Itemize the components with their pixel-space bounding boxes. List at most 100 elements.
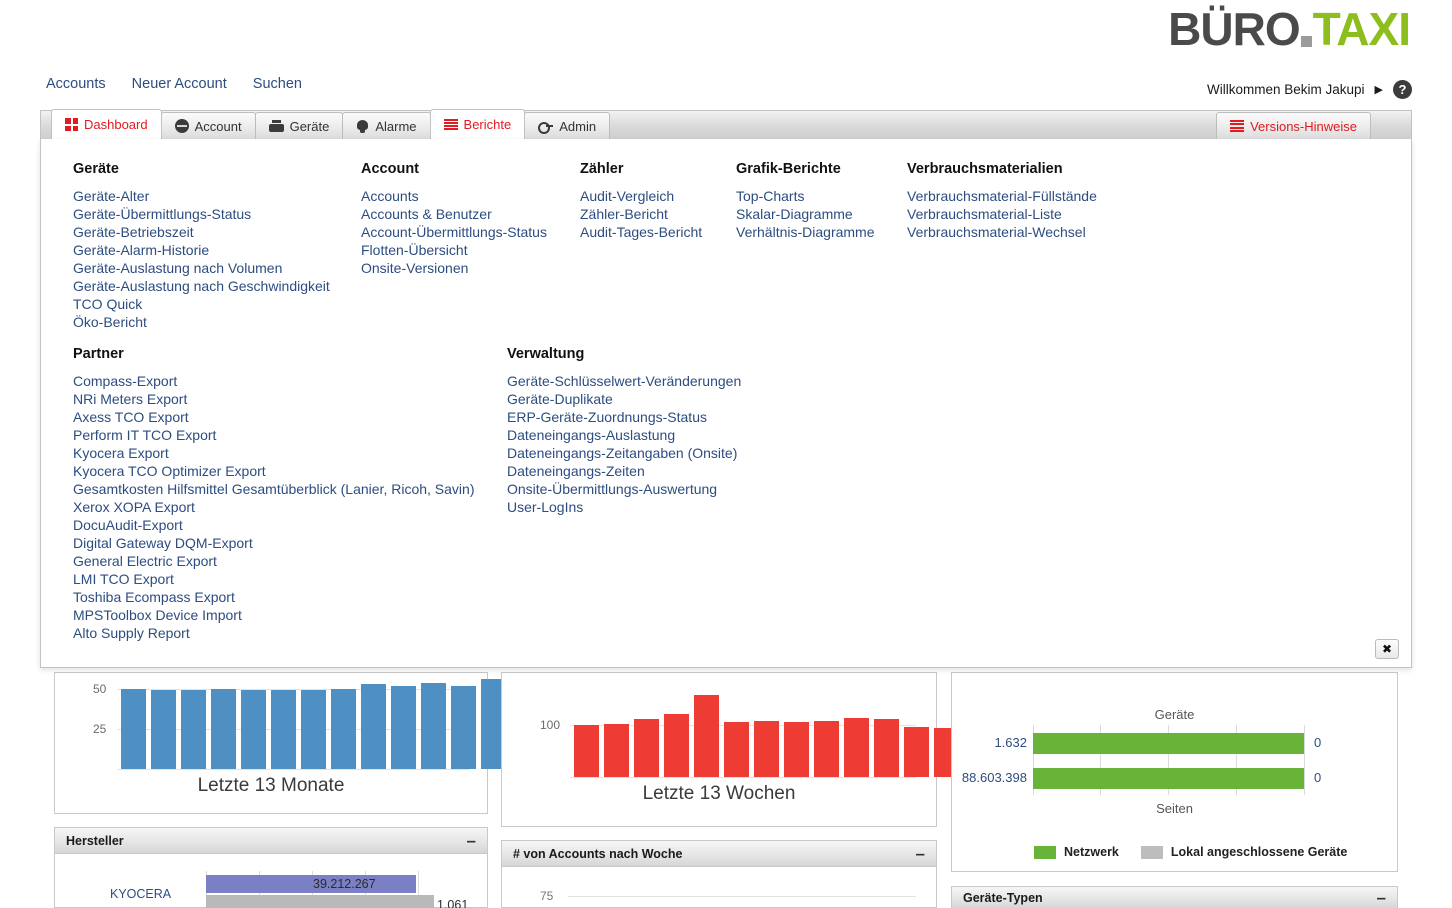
bar [724, 722, 749, 777]
close-icon[interactable]: ✖ [1375, 639, 1399, 659]
bar [151, 690, 176, 769]
menu-link-verbrauchsmaterial-fuellstaende[interactable]: Verbrauchsmaterial-Füllstände [907, 187, 1097, 205]
grid-icon [65, 118, 78, 131]
tab-versions-hinweise-label: Versions-Hinweise [1250, 119, 1357, 134]
menu-link-geraete-uebermittlungs-status[interactable]: Geräte-Übermittlungs-Status [73, 205, 330, 223]
tab-account[interactable]: Account [161, 112, 256, 139]
menu-link-account-uebermittlungs-status[interactable]: Account-Übermittlungs-Status [361, 223, 547, 241]
menu-link-onsite-versionen[interactable]: Onsite-Versionen [361, 259, 547, 277]
tab-dashboard-label: Dashboard [84, 117, 148, 132]
hbar-right-value-2: 0 [1314, 770, 1321, 785]
menu-link-geraete-duplikate[interactable]: Geräte-Duplikate [507, 390, 741, 408]
menu-link-alto-supply-report[interactable]: Alto Supply Report [73, 624, 474, 642]
tab-versions-hinweise[interactable]: Versions-Hinweise [1216, 112, 1371, 139]
brand-logo: BÜROTAXI [1168, 6, 1410, 52]
tab-alarme-label: Alarme [375, 119, 416, 134]
chart-title-wochen: Letzte 13 Wochen [502, 783, 936, 805]
menu-link-dateneingangs-auslastung[interactable]: Dateneingangs-Auslastung [507, 426, 741, 444]
menu-link-zaehler-bericht[interactable]: Zähler-Bericht [580, 205, 702, 223]
bar [754, 721, 779, 777]
menu-link-verhaeltnis-diagramme[interactable]: Verhältnis-Diagramme [736, 223, 875, 241]
menu-link-gesamtkosten-hilfsmittel[interactable]: Gesamtkosten Hilfsmittel Gesamtüberblick… [73, 480, 474, 498]
menu-link-audit-tages-bericht[interactable]: Audit-Tages-Bericht [580, 223, 702, 241]
menu-link-accounts[interactable]: Accounts [361, 187, 547, 205]
bar [451, 686, 476, 769]
menu-link-geraete-betriebszeit[interactable]: Geräte-Betriebszeit [73, 223, 330, 241]
user-menu[interactable]: Willkommen Bekim Jakupi ▶ ? [1207, 80, 1412, 99]
menu-link-audit-vergleich[interactable]: Audit-Vergleich [580, 187, 702, 205]
menu-link-compass-export[interactable]: Compass-Export [73, 372, 474, 390]
bars-monate [121, 681, 506, 769]
bar [664, 714, 689, 777]
menu-column-account: Account Accounts Accounts & Benutzer Acc… [361, 161, 547, 277]
menu-link-geraete-alarm-historie[interactable]: Geräte-Alarm-Historie [73, 241, 330, 259]
menu-link-top-charts[interactable]: Top-Charts [736, 187, 875, 205]
menu-link-toshiba-ecompass-export[interactable]: Toshiba Ecompass Export [73, 588, 474, 606]
menu-link-verbrauchsmaterial-wechsel[interactable]: Verbrauchsmaterial-Wechsel [907, 223, 1097, 241]
help-icon[interactable]: ? [1393, 80, 1412, 99]
hersteller-category-label: KYOCERA [110, 887, 171, 901]
printer-icon [269, 120, 284, 132]
bar [391, 686, 416, 769]
collapse-icon[interactable]: – [467, 832, 476, 849]
bar [331, 689, 356, 769]
hamburger-icon [444, 119, 458, 131]
menu-link-onsite-uebermittlungs-auswertung[interactable]: Onsite-Übermittlungs-Auswertung [507, 480, 741, 498]
menu-link-perform-it-tco-export[interactable]: Perform IT TCO Export [73, 426, 474, 444]
menu-link-user-logins[interactable]: User-LogIns [507, 498, 741, 516]
menu-link-oeko-bericht[interactable]: Öko-Bericht [73, 313, 330, 331]
menu-link-geraete-alter[interactable]: Geräte-Alter [73, 187, 330, 205]
brand-buro: BÜRO [1168, 6, 1299, 52]
menu-link-kyocera-tco-optimizer-export[interactable]: Kyocera TCO Optimizer Export [73, 462, 474, 480]
legend-swatch-lokal [1141, 846, 1163, 859]
hbar-seiten [206, 875, 416, 893]
menu-link-kyocera-export[interactable]: Kyocera Export [73, 444, 474, 462]
menu-link-general-electric-export[interactable]: General Electric Export [73, 552, 474, 570]
menu-link-flotten-uebersicht[interactable]: Flotten-Übersicht [361, 241, 547, 259]
panel-title-geraete-typen: Geräte-Typen [963, 891, 1043, 905]
menu-link-tco-quick[interactable]: TCO Quick [73, 295, 330, 313]
legend-label-netzwerk: Netzwerk [1064, 845, 1119, 859]
bar [181, 690, 206, 769]
menu-link-geraete-schluesselwert-veraenderungen[interactable]: Geräte-Schlüsselwert-Veränderungen [507, 372, 741, 390]
nav-link-suchen[interactable]: Suchen [253, 76, 302, 92]
chevron-right-icon[interactable]: ▶ [1375, 83, 1383, 96]
menu-column-verwaltung: Verwaltung Geräte-Schlüsselwert-Veränder… [507, 346, 741, 516]
tab-admin[interactable]: Admin [524, 112, 610, 139]
panel-header-accounts-woche: # von Accounts nach Woche – [502, 841, 936, 867]
menu-link-lmi-tco-export[interactable]: LMI TCO Export [73, 570, 474, 588]
menu-link-geraete-auslastung-volumen[interactable]: Geräte-Auslastung nach Volumen [73, 259, 330, 277]
tab-dashboard[interactable]: Dashboard [51, 109, 162, 139]
menu-link-skalar-diagramme[interactable]: Skalar-Diagramme [736, 205, 875, 223]
collapse-icon[interactable]: – [916, 845, 925, 862]
menu-link-digital-gateway-dqm-export[interactable]: Digital Gateway DQM-Export [73, 534, 474, 552]
bar [211, 689, 236, 769]
menu-link-xerox-xopa-export[interactable]: Xerox XOPA Export [73, 498, 474, 516]
key-icon [538, 120, 553, 133]
panel-geraete-typen: Geräte-Typen – [951, 886, 1398, 908]
main-tab-bar: Dashboard Account Geräte Alarme Berichte… [40, 110, 1412, 139]
tab-berichte[interactable]: Berichte [430, 109, 526, 139]
gridline [570, 777, 916, 778]
collapse-icon[interactable]: – [1377, 889, 1386, 906]
menu-link-axess-tco-export[interactable]: Axess TCO Export [73, 408, 474, 426]
y-tick-100: 100 [540, 718, 560, 732]
nav-link-accounts[interactable]: Accounts [46, 76, 106, 92]
nav-link-neuer-account[interactable]: Neuer Account [132, 76, 227, 92]
menu-column-title: Verwaltung [507, 346, 741, 362]
menu-link-nri-meters-export[interactable]: NRi Meters Export [73, 390, 474, 408]
hbar-left-value-1: 1.632 [952, 735, 1027, 750]
menu-link-accounts-benutzer[interactable]: Accounts & Benutzer [361, 205, 547, 223]
tab-geraete[interactable]: Geräte [255, 112, 344, 139]
menu-link-mpstoolbox-device-import[interactable]: MPSToolbox Device Import [73, 606, 474, 624]
menu-link-docuaudit-export[interactable]: DocuAudit-Export [73, 516, 474, 534]
menu-link-dateneingangs-zeiten[interactable]: Dateneingangs-Zeiten [507, 462, 741, 480]
gridline [1304, 725, 1305, 795]
menu-link-geraete-auslastung-geschwindigkeit[interactable]: Geräte-Auslastung nach Geschwindigkeit [73, 277, 330, 295]
menu-link-erp-geraete-zuordnungs-status[interactable]: ERP-Geräte-Zuordnungs-Status [507, 408, 741, 426]
bar [301, 690, 326, 769]
menu-link-dateneingangs-zeitangaben-onsite[interactable]: Dateneingangs-Zeitangaben (Onsite) [507, 444, 741, 462]
tab-alarme[interactable]: Alarme [342, 112, 430, 139]
bar [421, 683, 446, 769]
menu-link-verbrauchsmaterial-liste[interactable]: Verbrauchsmaterial-Liste [907, 205, 1097, 223]
